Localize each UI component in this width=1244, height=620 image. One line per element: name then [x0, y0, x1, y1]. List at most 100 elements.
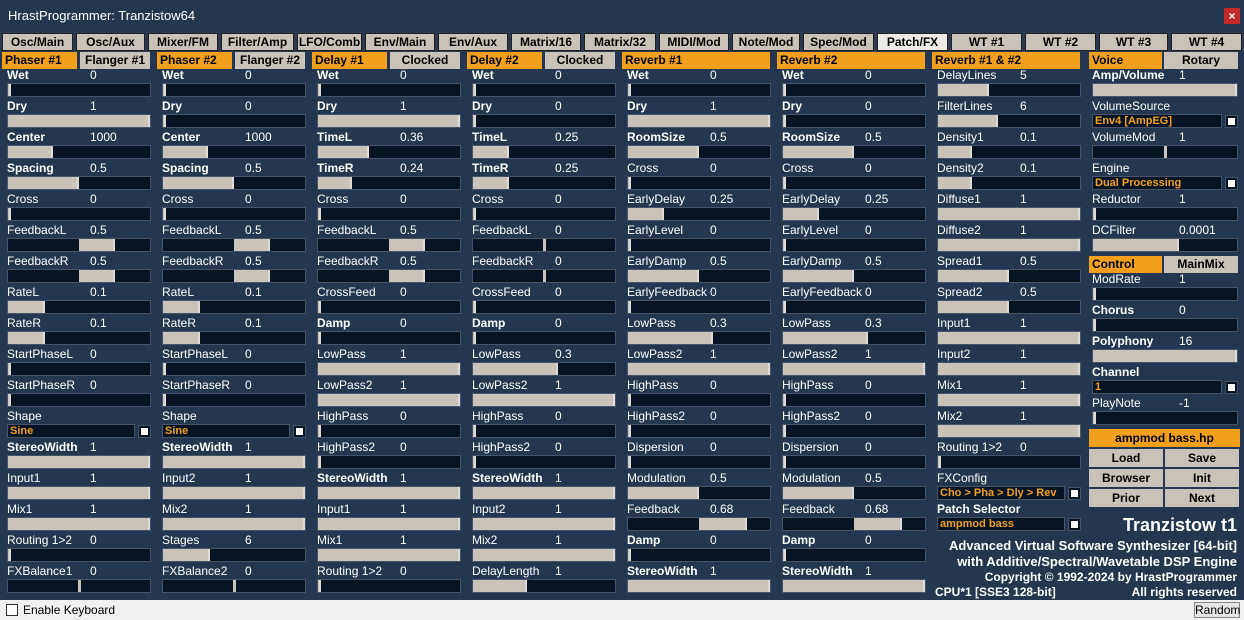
- param-slider[interactable]: [472, 579, 616, 593]
- select-toggle-icon[interactable]: [1225, 381, 1238, 394]
- tab-wt-4[interactable]: WT #4: [1171, 33, 1242, 51]
- param-slider[interactable]: [782, 114, 926, 128]
- param-slider[interactable]: [937, 83, 1081, 97]
- param-slider[interactable]: [162, 455, 306, 469]
- param-slider[interactable]: [627, 424, 771, 438]
- param-slider[interactable]: [162, 517, 306, 531]
- param-slider[interactable]: [472, 176, 616, 190]
- param-slider[interactable]: [782, 548, 926, 562]
- tab-wt-2[interactable]: WT #2: [1025, 33, 1096, 51]
- param-slider[interactable]: [1092, 83, 1238, 97]
- param-slider[interactable]: [627, 517, 771, 531]
- param-slider[interactable]: [7, 486, 151, 500]
- tab-filter-amp[interactable]: Filter/Amp: [221, 33, 294, 51]
- param-slider[interactable]: [162, 579, 306, 593]
- param-slider[interactable]: [162, 393, 306, 407]
- tab-lfo-comb[interactable]: LFO/Comb: [297, 33, 362, 51]
- param-slider[interactable]: [782, 83, 926, 97]
- preset-name[interactable]: ampmod bass.hp: [1089, 429, 1240, 447]
- param-slider[interactable]: [782, 424, 926, 438]
- param-slider[interactable]: [627, 176, 771, 190]
- param-slider[interactable]: [162, 548, 306, 562]
- param-slider[interactable]: [317, 238, 461, 252]
- slider-knob[interactable]: [233, 580, 236, 592]
- param-select[interactable]: 1: [1092, 380, 1222, 394]
- param-slider[interactable]: [7, 145, 151, 159]
- tab-wt-1[interactable]: WT #1: [951, 33, 1022, 51]
- param-slider[interactable]: [317, 207, 461, 221]
- param-slider[interactable]: [782, 331, 926, 345]
- param-slider[interactable]: [317, 331, 461, 345]
- param-slider[interactable]: [472, 83, 616, 97]
- param-slider[interactable]: [7, 300, 151, 314]
- param-slider[interactable]: [317, 517, 461, 531]
- select-toggle-icon[interactable]: [1225, 177, 1238, 190]
- param-slider[interactable]: [472, 207, 616, 221]
- param-slider[interactable]: [782, 176, 926, 190]
- param-slider[interactable]: [7, 579, 151, 593]
- param-slider[interactable]: [782, 517, 926, 531]
- param-slider[interactable]: [472, 362, 616, 376]
- param-slider[interactable]: [472, 517, 616, 531]
- param-slider[interactable]: [782, 455, 926, 469]
- slider-knob[interactable]: [1164, 146, 1167, 158]
- tab-osc-aux[interactable]: Osc/Aux: [76, 33, 145, 51]
- param-slider[interactable]: [627, 207, 771, 221]
- tab-spec-mod[interactable]: Spec/Mod: [803, 33, 874, 51]
- param-slider[interactable]: [472, 331, 616, 345]
- param-slider[interactable]: [317, 269, 461, 283]
- select-toggle-icon[interactable]: [1068, 487, 1081, 500]
- param-slider[interactable]: [7, 393, 151, 407]
- param-slider[interactable]: [162, 145, 306, 159]
- param-slider[interactable]: [472, 269, 616, 283]
- tab-wt-3[interactable]: WT #3: [1099, 33, 1168, 51]
- param-slider[interactable]: [7, 269, 151, 283]
- tab-matrix-16[interactable]: Matrix/16: [511, 33, 581, 51]
- param-slider[interactable]: [162, 83, 306, 97]
- param-slider[interactable]: [317, 548, 461, 562]
- slider-knob[interactable]: [543, 270, 546, 282]
- prior-button[interactable]: Prior: [1089, 489, 1163, 507]
- param-slider[interactable]: [627, 393, 771, 407]
- param-slider[interactable]: [937, 362, 1081, 376]
- param-slider[interactable]: [7, 114, 151, 128]
- param-slider[interactable]: [7, 207, 151, 221]
- param-slider[interactable]: [627, 455, 771, 469]
- param-slider[interactable]: [7, 517, 151, 531]
- enable-keyboard-checkbox[interactable]: [6, 604, 18, 616]
- param-slider[interactable]: [472, 424, 616, 438]
- param-slider[interactable]: [782, 579, 926, 593]
- select-toggle-icon[interactable]: [1225, 115, 1238, 128]
- param-slider[interactable]: [627, 83, 771, 97]
- param-slider[interactable]: [627, 269, 771, 283]
- param-select[interactable]: ampmod bass: [937, 517, 1065, 531]
- tab-matrix-32[interactable]: Matrix/32: [584, 33, 656, 51]
- param-slider[interactable]: [782, 486, 926, 500]
- param-slider[interactable]: [627, 238, 771, 252]
- param-slider[interactable]: [1092, 207, 1238, 221]
- param-slider[interactable]: [317, 579, 461, 593]
- param-slider[interactable]: [937, 238, 1081, 252]
- param-slider[interactable]: [782, 207, 926, 221]
- tab-env-aux[interactable]: Env/Aux: [438, 33, 508, 51]
- param-slider[interactable]: [1092, 318, 1238, 332]
- param-slider[interactable]: [937, 300, 1081, 314]
- param-slider[interactable]: [317, 455, 461, 469]
- param-slider[interactable]: [782, 362, 926, 376]
- param-slider[interactable]: [782, 393, 926, 407]
- param-slider[interactable]: [937, 114, 1081, 128]
- tab-osc-main[interactable]: Osc/Main: [2, 33, 73, 51]
- param-slider[interactable]: [627, 362, 771, 376]
- param-slider[interactable]: [472, 393, 616, 407]
- param-slider[interactable]: [1092, 411, 1238, 425]
- tab-patch-fx[interactable]: Patch/FX: [877, 33, 948, 51]
- param-slider[interactable]: [317, 424, 461, 438]
- param-slider[interactable]: [162, 238, 306, 252]
- param-slider[interactable]: [7, 176, 151, 190]
- tab-note-mod[interactable]: Note/Mod: [732, 33, 800, 51]
- param-slider[interactable]: [937, 393, 1081, 407]
- param-slider[interactable]: [937, 207, 1081, 221]
- select-toggle-icon[interactable]: [293, 425, 306, 438]
- param-select[interactable]: Dual Processing: [1092, 176, 1222, 190]
- param-slider[interactable]: [317, 486, 461, 500]
